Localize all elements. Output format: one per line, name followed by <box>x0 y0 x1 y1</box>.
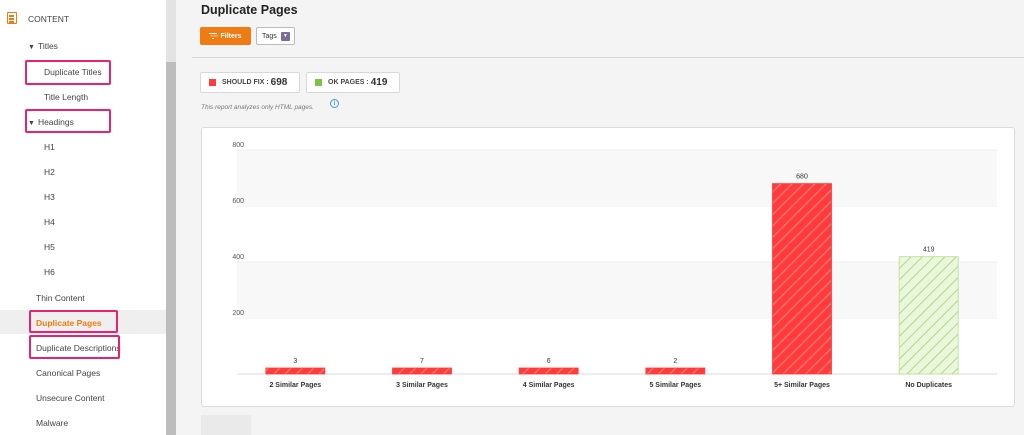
sidebar-item-h6[interactable]: H6 <box>44 267 55 277</box>
sidebar-item-h2[interactable]: H2 <box>44 167 55 177</box>
data-label: 3 <box>293 358 297 365</box>
x-tick-label: 5 Similar Pages <box>649 382 701 389</box>
x-tick-label: 2 Similar Pages <box>269 382 321 389</box>
bar <box>518 367 579 375</box>
data-label: 2 <box>673 358 677 365</box>
ok-pages-count: 419 <box>370 77 388 88</box>
page-title: Duplicate Pages <box>201 3 298 17</box>
should-fix-swatch <box>209 79 216 86</box>
sidebar-item-unsecure-content[interactable]: Unsecure Content <box>36 393 105 403</box>
bar <box>392 367 452 375</box>
bar <box>772 183 832 375</box>
sidebar-item-h5[interactable]: H5 <box>44 242 55 252</box>
ok-pages-swatch <box>315 79 322 86</box>
y-tick-label: 600 <box>232 198 244 205</box>
highlight-box-duplicate-pages <box>29 310 118 333</box>
info-icon[interactable]: i <box>330 99 339 108</box>
report-note: This report analyzes only HTML pages. <box>201 104 314 111</box>
filters-button[interactable]: Filters <box>200 27 251 45</box>
chart-card: 200 400 600 800 3 2 Similar Pages 7 3 Similar P… <box>201 127 1015 407</box>
sidebar-item-malware[interactable]: Malware <box>36 418 68 428</box>
duplicate-pages-chart: 200 400 600 800 3 2 Similar Pages 7 3 Similar P… <box>232 142 997 389</box>
bar <box>265 367 326 375</box>
triangle-down-icon: ▼ <box>28 44 35 51</box>
caret-down-icon: ▼ <box>280 31 290 41</box>
sidebar-section-content[interactable]: CONTENT <box>28 14 69 24</box>
x-tick-label: 3 Similar Pages <box>396 382 448 389</box>
sidebar-item-h1[interactable]: H1 <box>44 142 55 152</box>
bar <box>645 367 706 375</box>
x-tick-label: No Duplicates <box>905 382 952 389</box>
sidebar-item-title-length[interactable]: Title Length <box>44 92 88 102</box>
ok-pages-badge[interactable]: OK PAGES : 419 <box>306 72 400 93</box>
y-tick-label: 200 <box>232 310 244 317</box>
data-label: 7 <box>420 358 424 365</box>
grid-band <box>237 262 997 318</box>
data-label: 419 <box>923 247 935 254</box>
bottom-placeholder <box>201 415 251 435</box>
grid-band <box>237 150 997 206</box>
data-label: 6 <box>547 358 551 365</box>
sidebar-item-thin-content[interactable]: Thin Content <box>36 293 85 303</box>
filter-icon <box>209 33 218 39</box>
sidebar-scrollbar-thumb[interactable] <box>166 62 176 435</box>
chart-grid <box>237 149 997 375</box>
sidebar-item-h4[interactable]: H4 <box>44 217 55 227</box>
bar <box>898 256 959 375</box>
x-tick-label: 5+ Similar Pages <box>774 382 830 389</box>
highlight-box-duplicate-descriptions <box>29 335 120 359</box>
sidebar-group-titles[interactable]: ▼ Titles <box>28 41 58 51</box>
data-label: 680 <box>796 174 808 181</box>
highlight-box-duplicate-titles <box>25 60 111 85</box>
tags-dropdown[interactable]: Tags ▼ <box>256 27 295 45</box>
document-icon <box>7 12 17 24</box>
y-tick-label: 800 <box>232 142 244 149</box>
x-tick-label: 4 Similar Pages <box>523 382 575 389</box>
filters-button-label: Filters <box>220 32 242 40</box>
header-divider <box>192 57 1024 58</box>
highlight-box-headings <box>25 109 111 133</box>
ok-pages-label: OK PAGES : <box>328 79 369 86</box>
tags-dropdown-label: Tags <box>262 32 277 40</box>
should-fix-label: SHOULD FIX : <box>222 79 269 86</box>
sidebar-group-label: Titles <box>37 41 58 51</box>
should-fix-count: 698 <box>270 77 288 88</box>
sidebar-item-h3[interactable]: H3 <box>44 192 55 202</box>
sidebar-item-canonical-pages[interactable]: Canonical Pages <box>36 368 100 378</box>
should-fix-badge[interactable]: SHOULD FIX : 698 <box>200 72 300 93</box>
y-tick-label: 400 <box>232 254 244 261</box>
